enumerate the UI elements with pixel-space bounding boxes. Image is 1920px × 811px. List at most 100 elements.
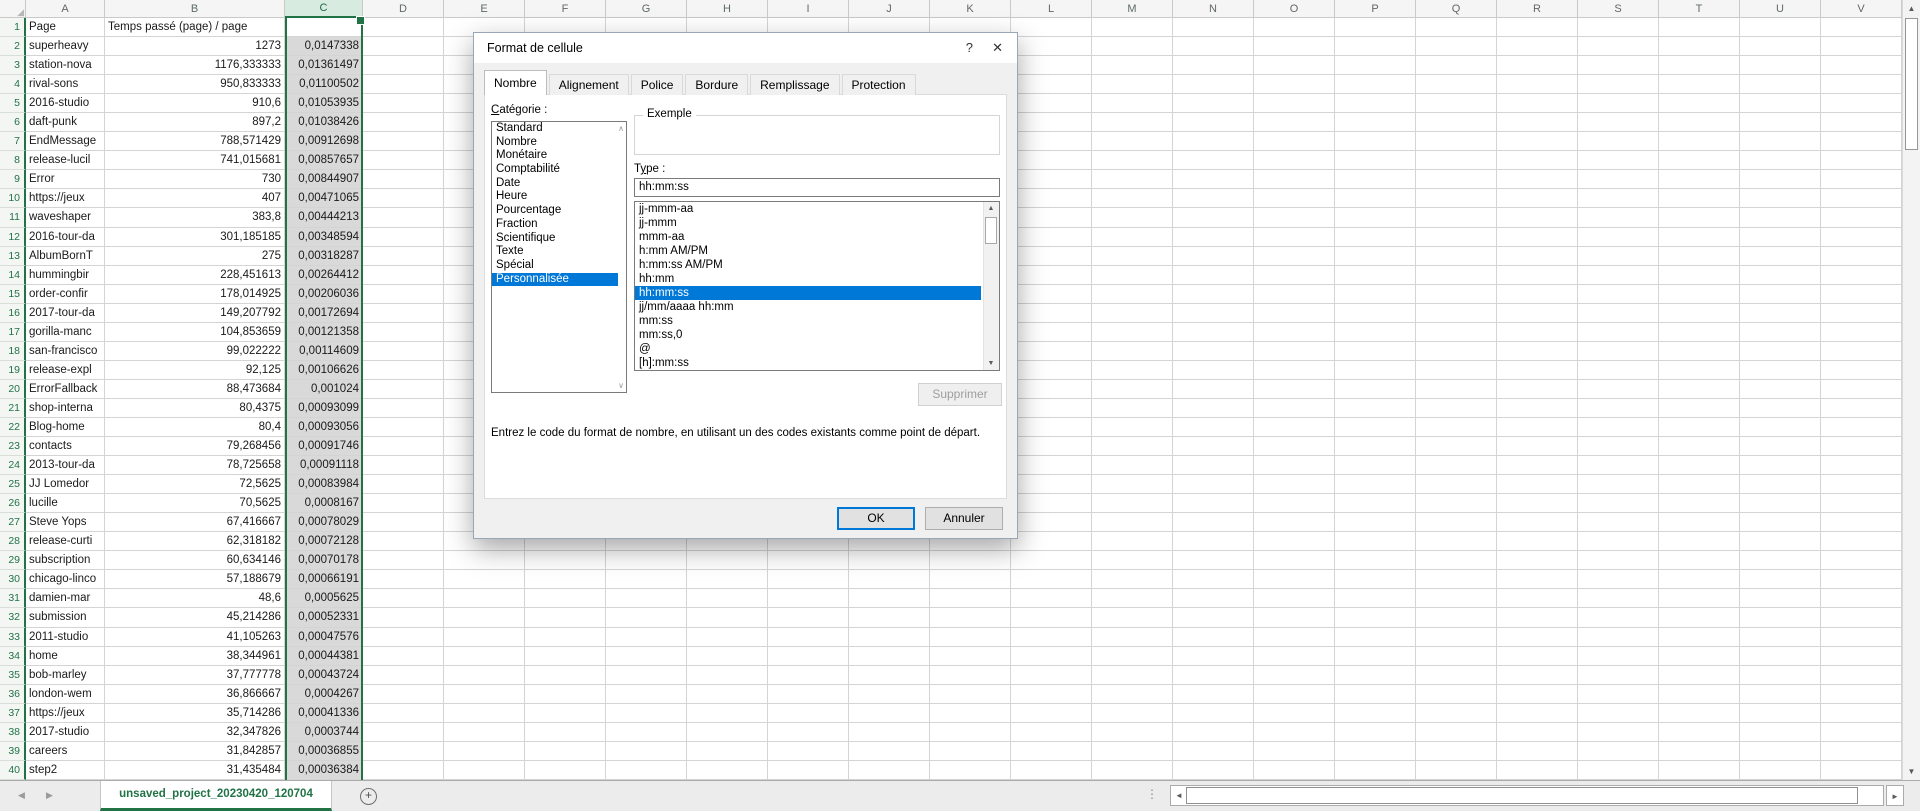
column-header-U[interactable]: U <box>1740 0 1821 18</box>
cell-K36[interactable] <box>930 685 1011 704</box>
cell-A40[interactable]: step2 <box>26 761 105 780</box>
cell-G37[interactable] <box>606 704 687 723</box>
cell-I35[interactable] <box>768 666 849 685</box>
cell-V16[interactable] <box>1821 304 1902 323</box>
cell-O10[interactable] <box>1254 189 1335 208</box>
cell-Q5[interactable] <box>1416 94 1497 113</box>
cell-C29[interactable]: 0,00070178 <box>285 551 363 570</box>
cell-B20[interactable]: 88,473684 <box>105 380 285 399</box>
cell-P34[interactable] <box>1335 647 1416 666</box>
cell-S37[interactable] <box>1578 704 1659 723</box>
cell-G30[interactable] <box>606 570 687 589</box>
cell-K31[interactable] <box>930 589 1011 608</box>
row-header-7[interactable]: 7 <box>0 132 26 151</box>
type-option[interactable]: h:mm:ss AM/PM <box>635 258 981 272</box>
cell-L33[interactable] <box>1011 628 1092 647</box>
cell-S5[interactable] <box>1578 94 1659 113</box>
category-item-personnalisée[interactable]: Personnalisée <box>492 273 618 287</box>
cell-T4[interactable] <box>1659 75 1740 94</box>
cell-B6[interactable]: 897,2 <box>105 113 285 132</box>
cell-U36[interactable] <box>1740 685 1821 704</box>
cell-I31[interactable] <box>768 589 849 608</box>
cell-A37[interactable]: https://jeux <box>26 704 105 723</box>
cell-V5[interactable] <box>1821 94 1902 113</box>
category-item-monétaire[interactable]: Monétaire <box>492 149 618 163</box>
cell-L18[interactable] <box>1011 342 1092 361</box>
cell-O13[interactable] <box>1254 247 1335 266</box>
cell-Q22[interactable] <box>1416 418 1497 437</box>
cell-C14[interactable]: 0,00264412 <box>285 266 363 285</box>
cell-U34[interactable] <box>1740 647 1821 666</box>
cell-B19[interactable]: 92,125 <box>105 361 285 380</box>
cell-S3[interactable] <box>1578 56 1659 75</box>
row-header-40[interactable]: 40 <box>0 761 26 780</box>
cell-D23[interactable] <box>363 437 444 456</box>
cell-N23[interactable] <box>1173 437 1254 456</box>
cell-V15[interactable] <box>1821 285 1902 304</box>
cell-N16[interactable] <box>1173 304 1254 323</box>
cell-Q39[interactable] <box>1416 742 1497 761</box>
cell-A24[interactable]: 2013-tour-da <box>26 456 105 475</box>
cell-B27[interactable]: 67,416667 <box>105 513 285 532</box>
cell-B1[interactable]: Temps passé (page) / page <box>105 18 285 37</box>
cell-E36[interactable] <box>444 685 525 704</box>
cell-D12[interactable] <box>363 228 444 247</box>
cell-M21[interactable] <box>1092 399 1173 418</box>
cell-O7[interactable] <box>1254 132 1335 151</box>
cell-F32[interactable] <box>525 608 606 627</box>
cell-B15[interactable]: 178,014925 <box>105 285 285 304</box>
cell-G33[interactable] <box>606 628 687 647</box>
cell-C18[interactable]: 0,00114609 <box>285 342 363 361</box>
cell-M25[interactable] <box>1092 475 1173 494</box>
cell-I33[interactable] <box>768 628 849 647</box>
cell-R2[interactable] <box>1497 37 1578 56</box>
cell-O20[interactable] <box>1254 380 1335 399</box>
cell-U24[interactable] <box>1740 456 1821 475</box>
cell-S36[interactable] <box>1578 685 1659 704</box>
cell-D38[interactable] <box>363 723 444 742</box>
cell-V33[interactable] <box>1821 628 1902 647</box>
cell-R39[interactable] <box>1497 742 1578 761</box>
cell-I38[interactable] <box>768 723 849 742</box>
cell-R32[interactable] <box>1497 608 1578 627</box>
cell-N34[interactable] <box>1173 647 1254 666</box>
cell-B23[interactable]: 79,268456 <box>105 437 285 456</box>
cell-U32[interactable] <box>1740 608 1821 627</box>
cell-D19[interactable] <box>363 361 444 380</box>
cell-V30[interactable] <box>1821 570 1902 589</box>
cell-A32[interactable]: submission <box>26 608 105 627</box>
cell-A14[interactable]: hummingbir <box>26 266 105 285</box>
cell-R21[interactable] <box>1497 399 1578 418</box>
sheet-nav-left-icon[interactable]: ◀ <box>18 790 25 801</box>
cell-A13[interactable]: AlbumBornT <box>26 247 105 266</box>
listbox-scroll-down-icon[interactable]: ∨ <box>618 381 624 390</box>
cell-O37[interactable] <box>1254 704 1335 723</box>
cell-N20[interactable] <box>1173 380 1254 399</box>
cell-O6[interactable] <box>1254 113 1335 132</box>
cell-I34[interactable] <box>768 647 849 666</box>
cell-U11[interactable] <box>1740 208 1821 227</box>
cell-L27[interactable] <box>1011 513 1092 532</box>
cell-D33[interactable] <box>363 628 444 647</box>
cell-S39[interactable] <box>1578 742 1659 761</box>
cell-C22[interactable]: 0,00093056 <box>285 418 363 437</box>
cell-M5[interactable] <box>1092 94 1173 113</box>
cell-Q38[interactable] <box>1416 723 1497 742</box>
cell-P8[interactable] <box>1335 151 1416 170</box>
cell-A9[interactable]: Error <box>26 170 105 189</box>
scroll-right-button[interactable]: ► <box>1886 785 1904 806</box>
cell-S14[interactable] <box>1578 266 1659 285</box>
cell-O26[interactable] <box>1254 494 1335 513</box>
cell-Q25[interactable] <box>1416 475 1497 494</box>
cell-N18[interactable] <box>1173 342 1254 361</box>
cell-F40[interactable] <box>525 761 606 780</box>
cell-K33[interactable] <box>930 628 1011 647</box>
cell-T37[interactable] <box>1659 704 1740 723</box>
cell-S15[interactable] <box>1578 285 1659 304</box>
cell-V22[interactable] <box>1821 418 1902 437</box>
cell-L40[interactable] <box>1011 761 1092 780</box>
cell-P36[interactable] <box>1335 685 1416 704</box>
cell-R7[interactable] <box>1497 132 1578 151</box>
cell-A5[interactable]: 2016-studio <box>26 94 105 113</box>
cell-L19[interactable] <box>1011 361 1092 380</box>
